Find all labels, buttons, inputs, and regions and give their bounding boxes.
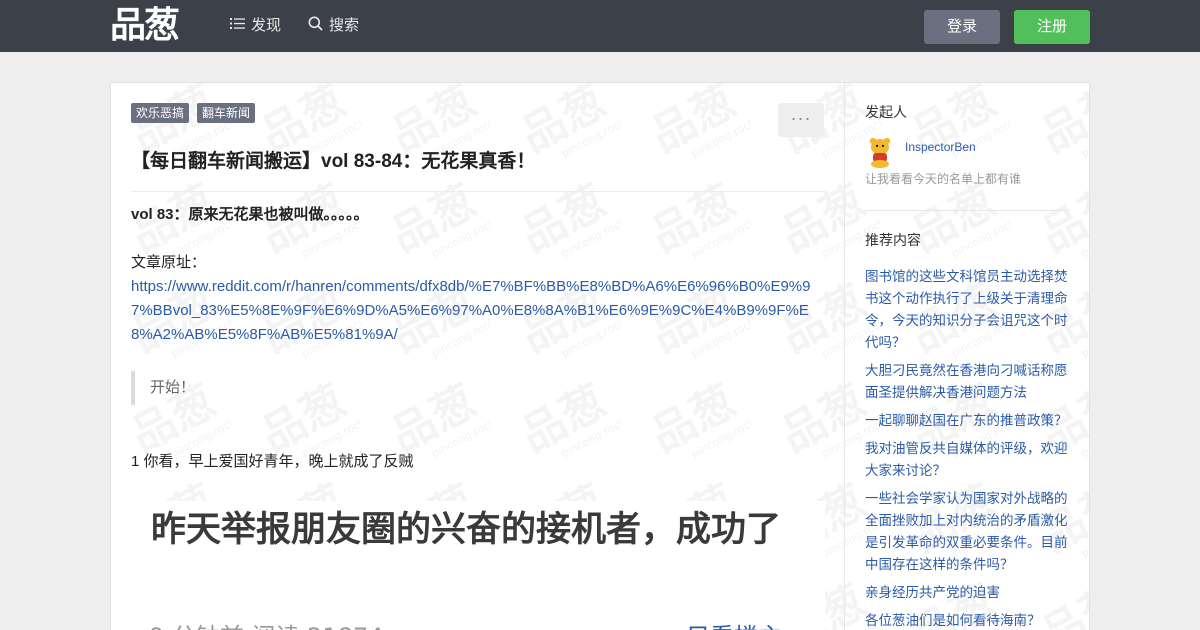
recommend-list: 图书馆的这些文科馆员主动选择焚书这个动作执行了上级关于清理命令，今天的知识分子会… [865,266,1069,630]
nav-search-label: 搜索 [329,17,360,34]
sidebar-divider [865,210,1069,211]
search-icon [308,16,323,37]
recommend-item[interactable]: 一起聊聊赵国在广东的推普政策？ [865,410,1069,432]
source-link[interactable]: https://www.reddit.com/r/hanren/comments… [131,275,825,347]
nav-search[interactable]: 搜索 [308,16,359,36]
nav-discover[interactable]: 发现 [230,16,281,36]
recommend-item[interactable]: 大胆刁民竟然在香港向刁喊话称愿面圣提供解决香港问题方法 [865,360,1069,404]
avatar[interactable] [867,136,893,168]
recommend-item[interactable]: 亲身经历共产党的迫害 [865,582,1069,604]
initiator-heading: 发起人 [865,104,907,120]
site-logo[interactable]: 品葱 [110,6,188,46]
recommend-heading: 推荐内容 [865,232,921,248]
tag-news[interactable]: 翻车新闻 [197,103,256,123]
embedded-author-link: 只看楼主 [686,617,782,630]
embedded-screenshot: 昨天举报朋友圈的兴奋的接机者，成功了 9 分钟前 阅读 21874 只看楼主 [131,501,825,630]
article-body: vol 83：原来无花果也被叫做。。。。。 文章原址： https://www.… [131,201,825,474]
paragraph-item-1: 1 你看，早上爱国好青年，晚上就成了反贼 [131,453,414,470]
register-button[interactable]: 注册 [1014,10,1090,44]
list-icon [230,16,245,36]
recommend-item[interactable]: 一些社会学家认为国家对外战略的全面挫败加上对内统治的矛盾激化是引发革命的双重必要… [865,488,1069,576]
nav-discover-label: 发现 [251,17,282,34]
embedded-headline: 昨天举报朋友圈的兴奋的接机者，成功了 [151,510,782,550]
initiator-signature: 让我看看今天的名单上都有谁 [865,172,1022,186]
more-options-button[interactable]: ··· [778,103,824,137]
vol-heading: vol 83：原来无花果也被叫做。。。。。 [131,206,369,223]
source-block: 文章原址： https://www.reddit.com/r/hanren/co… [131,251,825,347]
recommend-item[interactable]: 我对油管反共自媒体的评级，欢迎大家来讨论？ [865,438,1069,482]
post-title: 【每日翻车新闻搬运】vol 83-84：无花果真香！ [131,151,536,172]
blockquote: 开始！ [131,371,825,405]
tag-fun[interactable]: 欢乐恶搞 [131,103,190,123]
top-nav-bar: 品葱 发现 搜索 登录 注册 [0,0,1200,52]
title-divider [131,191,825,192]
article-column: 欢乐恶搞 翻车新闻 ··· 【每日翻车新闻搬运】vol 83-84：无花果真香！… [111,83,845,630]
source-label: 文章原址： [131,254,207,271]
initiator-username[interactable]: InspectorBen [905,138,976,156]
recommend-item[interactable]: 图书馆的这些文科馆员主动选择焚书这个动作执行了上级关于清理命令，今天的知识分子会… [865,266,1069,354]
sidebar: 发起人 InspectorBen 让我看看今天的名单上都有谁 推荐内容 图书馆的… [865,83,1069,630]
embedded-meta: 9 分钟前 阅读 21874 [149,617,384,630]
login-button[interactable]: 登录 [924,10,1000,44]
post-card: 品葱 pincong.rocks 欢乐恶搞 翻车新闻 ··· 【每日翻车新闻搬运… [110,82,1090,630]
tag-list: 欢乐恶搞 翻车新闻 [131,103,256,123]
recommend-item[interactable]: 各位葱油们是如何看待海南？ [865,610,1069,630]
